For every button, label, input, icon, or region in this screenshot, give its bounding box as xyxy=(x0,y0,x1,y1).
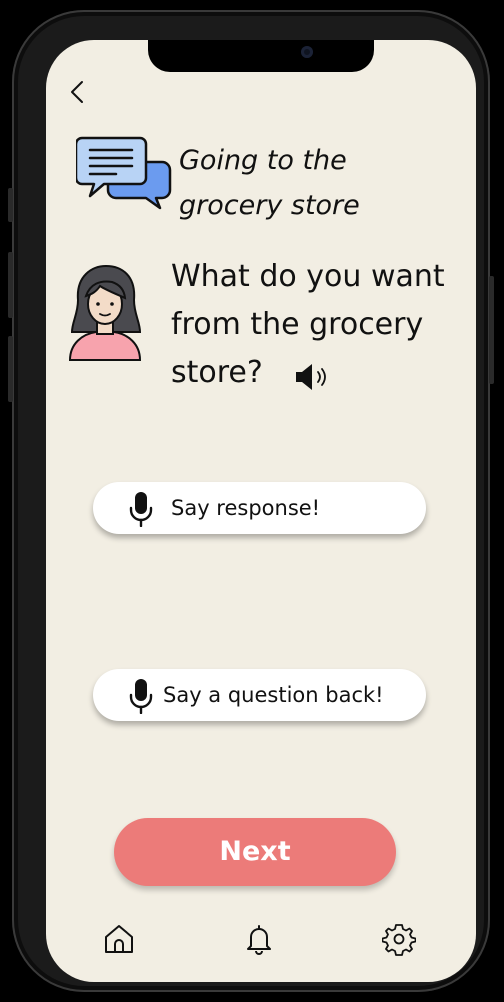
microphone-icon xyxy=(129,679,153,714)
phone-side-button xyxy=(8,252,13,318)
microphone-icon xyxy=(129,492,153,527)
chevron-left-icon[interactable] xyxy=(64,78,92,106)
say-response-button[interactable]: Say response! xyxy=(93,482,426,534)
say-response-label: Say response! xyxy=(171,496,321,520)
notch xyxy=(148,40,374,72)
say-question-button[interactable]: Say a question back! xyxy=(93,669,426,721)
bell-icon[interactable] xyxy=(242,922,276,956)
chat-bubbles-icon xyxy=(76,136,172,210)
gear-icon[interactable] xyxy=(382,922,416,956)
camera-icon xyxy=(301,46,313,58)
woman-avatar-icon xyxy=(68,264,142,361)
phone-frame: Going to the grocery store What do you w… xyxy=(8,10,494,992)
app-screen: Going to the grocery store What do you w… xyxy=(46,40,476,982)
next-button[interactable]: Next xyxy=(114,818,396,886)
phone-side-button xyxy=(8,188,13,222)
phone-side-button xyxy=(489,276,494,384)
say-question-label: Say a question back! xyxy=(163,683,384,707)
speaker-icon[interactable] xyxy=(292,362,332,392)
home-icon[interactable] xyxy=(102,922,136,956)
phone-side-button xyxy=(8,336,13,402)
page-title: Going to the grocery store xyxy=(179,145,360,221)
